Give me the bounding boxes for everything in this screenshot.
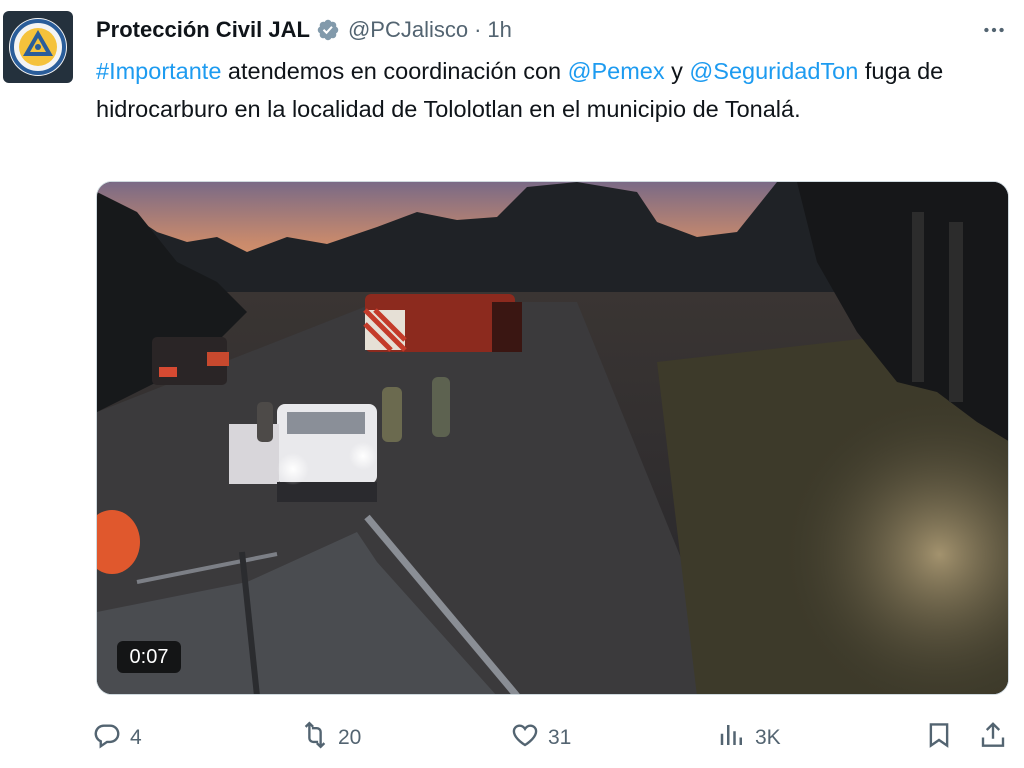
views-button[interactable]: 3K <box>717 718 781 758</box>
tweet-header: Protección Civil JAL @PCJalisco · 1h <box>96 14 512 46</box>
author-handle[interactable]: @PCJalisco <box>348 17 468 43</box>
tweet-actions: 4 20 31 3K <box>92 718 1012 758</box>
author-name[interactable]: Protección Civil JAL <box>96 17 310 43</box>
bookmark-icon <box>924 720 954 756</box>
separator-dot: · <box>474 17 482 42</box>
avatar[interactable] <box>3 11 73 83</box>
repost-icon <box>300 720 330 756</box>
views-count: 3K <box>755 726 781 749</box>
tweet-text-part: atendemos en coordinación con <box>221 58 568 84</box>
more-icon[interactable] <box>976 14 1012 46</box>
share-icon <box>978 720 1008 756</box>
bookmark-button[interactable] <box>924 718 954 758</box>
hashtag-link[interactable]: #Importante <box>96 58 221 84</box>
verified-badge-icon[interactable] <box>316 18 340 42</box>
views-icon <box>717 720 747 756</box>
repost-count: 20 <box>338 726 362 749</box>
like-button[interactable]: 31 <box>510 718 571 758</box>
like-icon <box>510 720 540 756</box>
video-thumbnail <box>97 182 1008 694</box>
tweet-text-part: y <box>664 58 690 84</box>
like-count: 31 <box>548 726 572 749</box>
reply-button[interactable]: 4 <box>92 718 142 758</box>
mention-link-pemex[interactable]: @Pemex <box>568 58 665 84</box>
tweet-text: #Importante atendemos en coordinación co… <box>96 52 996 128</box>
repost-button[interactable]: 20 <box>300 718 361 758</box>
mention-link-seguridadton[interactable]: @SeguridadTon <box>689 58 858 84</box>
reply-icon <box>92 720 122 756</box>
video-duration: 0:07 <box>117 641 181 673</box>
post-time[interactable]: 1h <box>487 17 511 43</box>
civil-protection-logo <box>9 18 67 76</box>
share-button[interactable] <box>978 718 1008 758</box>
video-player[interactable]: 0:07 <box>96 181 1009 695</box>
reply-count: 4 <box>130 726 142 749</box>
